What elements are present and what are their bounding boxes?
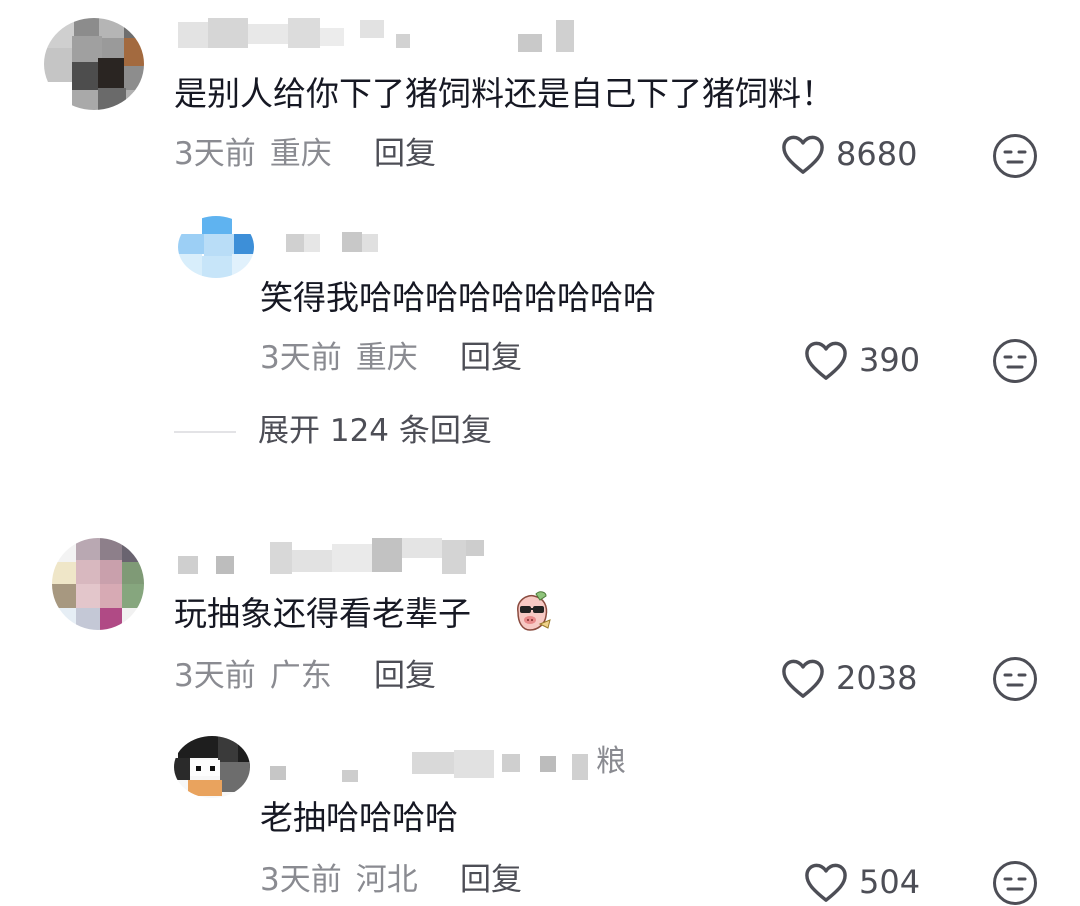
heart-outline-icon [782,135,824,174]
like-button[interactable]: 2038 [780,657,917,699]
reply-meta: 3天前 重庆 [260,338,418,378]
like-count: 8680 [836,135,918,173]
username[interactable] [270,744,600,784]
reply-button[interactable]: 回复 [460,860,522,900]
comment-meta: 3天前 重庆 [174,134,332,174]
username-visible-suffix: 粮 [596,744,626,779]
comment-location: 重庆 [269,136,332,172]
reply-text: 老抽哈哈哈哈 [260,798,458,837]
neutral-face-icon[interactable] [992,133,1038,179]
expand-replies-button[interactable]: 展开 124 条回复 [258,411,492,451]
expand-divider [174,431,236,433]
like-button[interactable]: 8680 [780,133,917,175]
reply-meta: 3天前 河北 [260,860,418,900]
neutral-face-icon[interactable] [992,656,1038,702]
reply-time: 3天前 [260,862,342,898]
comment-meta: 3天前 广东 [174,656,332,696]
reply-location: 河北 [355,862,418,898]
neutral-face-icon[interactable] [992,860,1038,906]
avatar[interactable] [178,216,254,278]
username[interactable] [286,232,396,254]
comment-text: 是别人给你下了猪饲料还是自己下了猪饲料！ [174,74,834,113]
heart-outline-icon [805,341,847,380]
reply-button[interactable]: 回复 [460,338,522,378]
username[interactable] [178,18,578,54]
neutral-face-icon[interactable] [992,338,1038,384]
reply-text: 笑得我哈哈哈哈哈哈哈哈哈 [260,278,656,317]
like-count: 2038 [836,659,918,697]
like-button[interactable]: 504 [803,861,920,903]
comment-location: 广东 [269,658,332,694]
comment-text: 玩抽象还得看老辈子 [174,594,471,634]
avatar[interactable] [52,538,144,630]
pig-sunglasses-emoji-icon [517,591,551,631]
comment-time: 3天前 [174,658,256,694]
heart-outline-icon [805,863,847,902]
like-button[interactable]: 390 [803,339,920,381]
avatar[interactable] [44,18,144,110]
avatar[interactable] [174,736,250,798]
reply-button[interactable]: 回复 [374,656,436,696]
username[interactable] [178,538,488,576]
reply-time: 3天前 [260,340,342,376]
like-count: 504 [859,863,921,901]
like-count: 390 [859,341,921,379]
reply-button[interactable]: 回复 [374,134,436,174]
reply-location: 重庆 [355,340,418,376]
comment-time: 3天前 [174,136,256,172]
comment-text-content: 玩抽象还得看老辈子 [174,594,471,633]
heart-outline-icon [782,659,824,698]
